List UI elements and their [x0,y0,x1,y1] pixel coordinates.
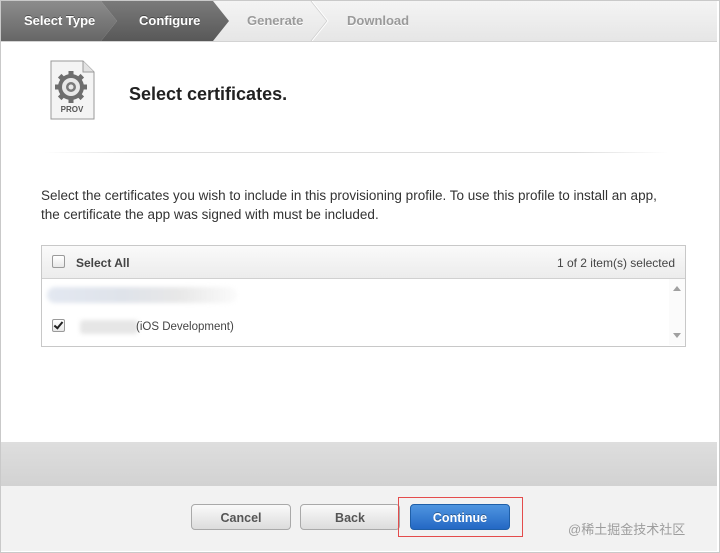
provisioning-file-icon: PROV [49,60,95,120]
continue-highlight-box [398,497,523,537]
selected-count: 1 of 2 item(s) selected [556,256,675,270]
step-select-type[interactable]: Select Type [24,1,95,41]
step-generate: Generate [247,13,304,28]
step-download: Download [347,13,410,28]
steps-bar: Select Type Configure Generate Download [1,1,717,42]
certificate-list-header: Select All 1 of 2 item(s) selected [42,246,685,279]
scroll-up-icon[interactable] [673,286,681,291]
certificate-checkbox[interactable] [52,319,65,332]
cancel-button[interactable]: Cancel [191,504,291,530]
select-all-checkbox[interactable] [52,255,65,268]
footer-band [1,442,717,486]
certificate-name-redacted [80,320,138,334]
section-divider [44,152,668,153]
certificate-name[interactable]: (iOS Development) [136,321,234,333]
page-title: Select certificates. [129,84,288,104]
certificate-item-redacted[interactable] [47,287,237,303]
icon-label: PROV [60,105,84,114]
watermark: @稀土掘金技术社区 [568,522,686,537]
select-all-label[interactable]: Select All [76,256,130,270]
back-button[interactable]: Back [300,504,400,530]
scroll-down-icon[interactable] [673,333,681,338]
certificate-list-box: Select All 1 of 2 item(s) selected (iOS … [41,245,686,347]
certificate-list: (iOS Development) [42,279,668,345]
list-scrollbar[interactable] [669,279,685,345]
step-configure[interactable]: Configure [139,1,200,41]
instructions-text: Select the certificates you wish to incl… [41,188,657,222]
